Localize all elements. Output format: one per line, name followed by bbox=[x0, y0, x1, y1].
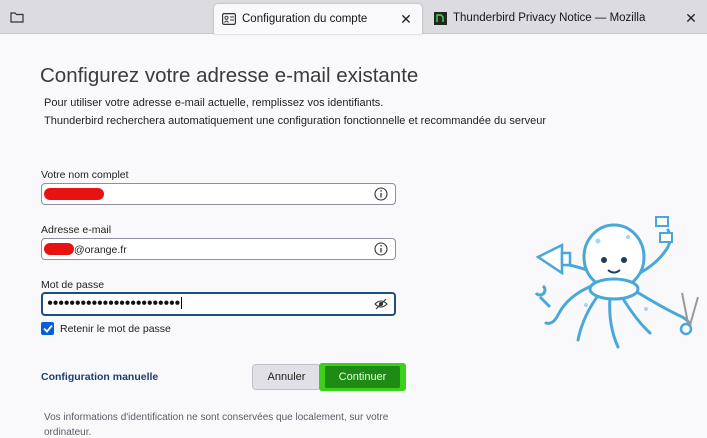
manual-config-link[interactable]: Configuration manuelle bbox=[41, 371, 158, 383]
show-password-icon[interactable] bbox=[374, 298, 388, 310]
name-input[interactable] bbox=[41, 183, 396, 205]
privacy-notice-favicon bbox=[433, 11, 447, 25]
info-icon[interactable] bbox=[374, 242, 388, 256]
account-settings-icon bbox=[222, 12, 236, 26]
continue-button-highlight: Continuer bbox=[319, 363, 406, 391]
remember-password-label[interactable]: Retenir le mot de passe bbox=[60, 323, 171, 335]
folder-icon[interactable] bbox=[6, 7, 28, 27]
remember-password-checkbox[interactable] bbox=[41, 322, 54, 335]
octopus-mascot-icon bbox=[534, 216, 699, 349]
tab-privacy-notice[interactable]: Thunderbird Privacy Notice — Mozilla ✕ bbox=[425, 4, 707, 32]
email-input[interactable]: @orange.fr bbox=[41, 238, 396, 260]
continue-button[interactable]: Continuer bbox=[325, 366, 400, 388]
tab-account-settings[interactable]: Configuration du compte ✕ bbox=[214, 4, 422, 34]
email-value: @orange.fr bbox=[74, 244, 127, 256]
checkmark-icon bbox=[42, 324, 53, 333]
close-icon[interactable]: ✕ bbox=[398, 11, 414, 27]
password-label: Mot de passe bbox=[41, 279, 105, 291]
tab-label: Thunderbird Privacy Notice — Mozilla bbox=[453, 12, 646, 24]
info-icon[interactable] bbox=[374, 187, 388, 201]
privacy-footnote: ordinateur. bbox=[44, 427, 92, 438]
password-input[interactable]: ●●●●●●●●●●●●●●●●●●●●●●●● bbox=[41, 292, 396, 316]
cancel-button[interactable]: Annuler bbox=[252, 364, 321, 390]
tab-bar: Configuration du compte ✕ Thunderbird Pr… bbox=[0, 0, 707, 34]
page-title: Configurez votre adresse e-mail existant… bbox=[40, 64, 419, 87]
name-label: Votre nom complet bbox=[41, 169, 129, 181]
privacy-footnote: Vos informations d'identification ne son… bbox=[44, 412, 389, 423]
page-description: Thunderbird recherchera automatiquement … bbox=[44, 115, 547, 127]
redacted-email bbox=[44, 243, 74, 255]
redacted-name bbox=[44, 188, 104, 200]
password-value: ●●●●●●●●●●●●●●●●●●●●●●●● bbox=[47, 297, 182, 309]
page-description: Pour utiliser votre adresse e-mail actue… bbox=[44, 97, 384, 109]
tab-label: Configuration du compte bbox=[242, 13, 368, 25]
close-icon[interactable]: ✕ bbox=[683, 10, 699, 26]
email-label: Adresse e-mail bbox=[41, 224, 112, 236]
